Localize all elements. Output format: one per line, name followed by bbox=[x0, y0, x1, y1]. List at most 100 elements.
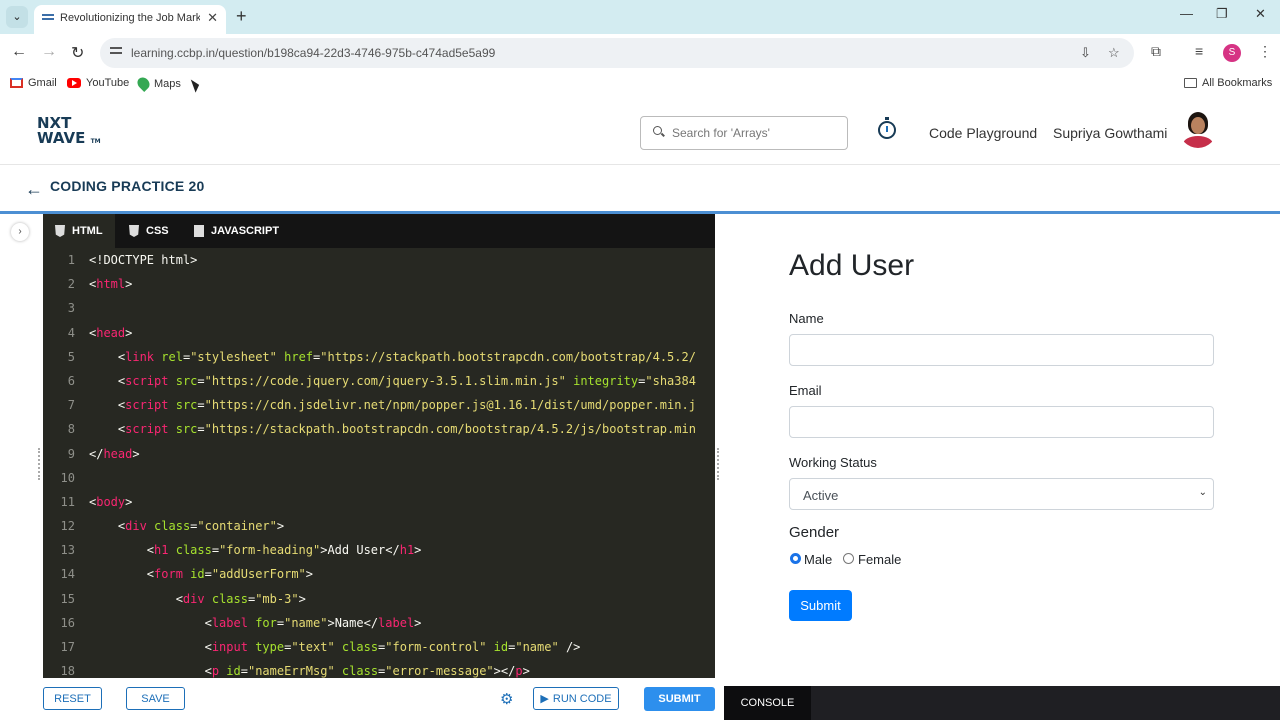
code-line: 6 <script src="https://code.jquery.com/j… bbox=[43, 369, 715, 393]
menu-icon[interactable]: ⋮ bbox=[1258, 43, 1272, 60]
male-label[interactable]: Male bbox=[804, 552, 832, 567]
css3-icon bbox=[129, 225, 139, 237]
play-icon: ▶ bbox=[540, 693, 549, 705]
app-header: NXT WAVE TM Search for 'Arrays' Code Pla… bbox=[0, 96, 1280, 165]
console-tab[interactable]: CONSOLE bbox=[724, 686, 811, 720]
save-button[interactable]: SAVE bbox=[126, 687, 185, 710]
tab-label: HTML bbox=[72, 225, 103, 237]
email-field[interactable] bbox=[789, 406, 1214, 438]
code-line: 8 <script src="https://stackpath.bootstr… bbox=[43, 417, 715, 441]
line-number: 12 bbox=[60, 519, 75, 534]
search-icon bbox=[653, 126, 662, 135]
new-tab-button[interactable]: + bbox=[236, 6, 247, 27]
close-window-icon[interactable]: ✕ bbox=[1255, 6, 1266, 22]
code-lines[interactable]: 1 <!DOCTYPE html> 2 <html> 3 4 <head> 5 <li… bbox=[43, 248, 715, 678]
run-code-label: RUN CODE bbox=[552, 692, 612, 705]
back-arrow-icon[interactable]: ← bbox=[25, 179, 43, 200]
back-icon[interactable]: ← bbox=[11, 43, 27, 61]
bookmark-label: YouTube bbox=[86, 77, 130, 89]
run-code-button[interactable]: ▶ RUN CODE bbox=[533, 687, 619, 710]
email-label: Email bbox=[789, 383, 822, 398]
code-line: 17 <input type="text" class="form-contro… bbox=[43, 635, 715, 659]
practice-header: ← CODING PRACTICE 20 bbox=[0, 165, 1280, 211]
timer-icon[interactable] bbox=[878, 117, 896, 139]
line-number: 6 bbox=[67, 373, 75, 388]
form-submit-button[interactable]: Submit bbox=[789, 590, 852, 621]
profile-avatar[interactable]: S bbox=[1223, 44, 1241, 62]
logo-line2: WAVE bbox=[37, 129, 86, 147]
line-number: 15 bbox=[60, 591, 75, 606]
forward-icon[interactable]: → bbox=[41, 43, 57, 61]
tab-search-button[interactable]: ⌄ bbox=[6, 6, 28, 28]
gender-label: Gender bbox=[789, 524, 840, 541]
install-app-icon[interactable]: ⇩ bbox=[1080, 45, 1091, 61]
logo-tm: TM bbox=[90, 138, 101, 145]
browser-toolbar: ← → ↻ learning.ccbp.in/question/b198ca94… bbox=[0, 34, 1280, 72]
tab-css[interactable]: CSS bbox=[117, 214, 181, 248]
tab-html[interactable]: HTML bbox=[43, 214, 115, 248]
chevron-down-icon: ⌄ bbox=[1198, 487, 1207, 498]
status-value: Active bbox=[803, 488, 839, 503]
male-radio[interactable] bbox=[790, 553, 801, 564]
html5-icon bbox=[55, 225, 65, 237]
gmail-icon bbox=[10, 78, 23, 88]
line-number: 5 bbox=[67, 349, 75, 364]
resize-handle-middle[interactable] bbox=[717, 448, 720, 480]
minimize-icon[interactable]: — bbox=[1180, 6, 1193, 21]
reload-icon[interactable]: ↻ bbox=[71, 43, 84, 63]
output-preview: Add User Name Email Working Status Activ… bbox=[724, 214, 1280, 686]
resize-handle-left[interactable] bbox=[38, 448, 41, 480]
js-file-icon bbox=[194, 225, 204, 237]
bookmark-star-icon[interactable]: ☆ bbox=[1108, 45, 1120, 61]
line-number: 16 bbox=[60, 615, 75, 630]
site-info-icon[interactable] bbox=[110, 47, 122, 59]
user-name[interactable]: Supriya Gowthami bbox=[1053, 125, 1167, 141]
line-number: 11 bbox=[60, 494, 75, 509]
bookmark-gmail[interactable]: Gmail bbox=[10, 77, 57, 89]
bookmark-maps[interactable]: Maps bbox=[135, 75, 181, 92]
name-label: Name bbox=[789, 311, 824, 326]
url-text: learning.ccbp.in/question/b198ca94-22d3-… bbox=[131, 46, 496, 60]
tab-javascript[interactable]: JAVASCRIPT bbox=[182, 214, 291, 248]
code-line: 9 </head> bbox=[43, 442, 715, 466]
nxtwave-logo[interactable]: NXT WAVE TM bbox=[37, 116, 101, 149]
code-line: 18 <p id="nameErrMsg" class="error-messa… bbox=[43, 659, 715, 678]
youtube-icon bbox=[67, 78, 81, 88]
line-number: 13 bbox=[60, 543, 75, 558]
name-field[interactable] bbox=[789, 334, 1214, 366]
search-input[interactable]: Search for 'Arrays' bbox=[640, 116, 848, 150]
code-editor[interactable]: HTML CSS JAVASCRIPT 1 <!DOCTYPE html> 2 <h… bbox=[43, 214, 715, 678]
browser-tab[interactable]: Revolutionizing the Job Market ✕ bbox=[34, 5, 226, 34]
line-number: 1 bbox=[67, 253, 75, 267]
media-icon[interactable]: ≡ bbox=[1195, 43, 1203, 59]
female-radio[interactable] bbox=[843, 553, 854, 564]
address-bar[interactable]: learning.ccbp.in/question/b198ca94-22d3-… bbox=[100, 38, 1134, 68]
maps-icon bbox=[135, 75, 152, 92]
line-number: 17 bbox=[60, 640, 75, 654]
line-number: 3 bbox=[67, 301, 75, 316]
submit-button[interactable]: SUBMIT bbox=[644, 687, 715, 711]
bookmark-label: Maps bbox=[154, 77, 181, 90]
tab-title: Revolutionizing the Job Market bbox=[60, 12, 200, 24]
all-bookmarks[interactable]: All Bookmarks bbox=[1184, 77, 1272, 89]
search-placeholder: Search for 'Arrays' bbox=[672, 126, 770, 140]
status-select[interactable]: Active ⌄ bbox=[789, 478, 1214, 510]
editor-tabs: HTML CSS JAVASCRIPT bbox=[43, 214, 715, 248]
bookmark-label: Gmail bbox=[28, 77, 57, 89]
code-line: 4 <head> bbox=[43, 321, 715, 345]
female-label[interactable]: Female bbox=[858, 552, 901, 567]
console-bar: CONSOLE bbox=[724, 686, 1280, 720]
reset-button[interactable]: RESET bbox=[43, 687, 102, 710]
code-line: 7 <script src="https://cdn.jsdelivr.net/… bbox=[43, 393, 715, 417]
gear-icon[interactable]: ⚙ bbox=[500, 690, 513, 708]
code-line: 11 <body> bbox=[43, 490, 715, 514]
extensions-icon[interactable]: ⧉ bbox=[1151, 43, 1161, 60]
line-number: 7 bbox=[67, 398, 75, 413]
maximize-icon[interactable]: ❐ bbox=[1216, 6, 1228, 22]
expand-sidebar-icon[interactable]: › bbox=[11, 223, 29, 241]
code-line: 15 <div class="mb-3"> bbox=[43, 587, 715, 611]
avatar[interactable] bbox=[1179, 110, 1217, 148]
tab-close-icon[interactable]: ✕ bbox=[207, 10, 218, 26]
bookmark-youtube[interactable]: YouTube bbox=[67, 77, 129, 89]
code-playground-link[interactable]: Code Playground bbox=[929, 125, 1037, 141]
